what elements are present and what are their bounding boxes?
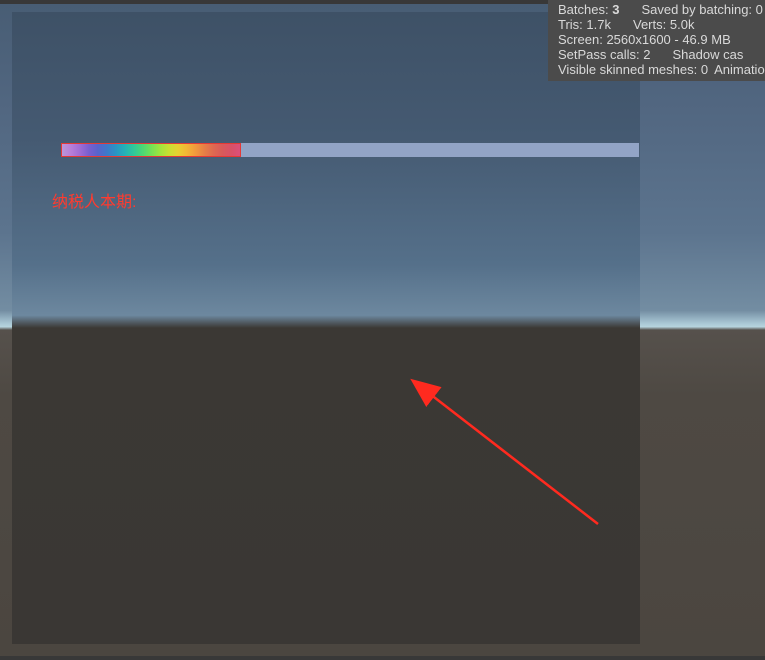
stats-saved-by-batching: Saved by batching: 0 <box>641 2 762 17</box>
slider-fill[interactable] <box>61 143 241 157</box>
game-view-panel: 纳税人本期: <box>12 12 640 644</box>
stats-screen: Screen: 2560x1600 - 46.9 MB <box>558 32 731 47</box>
stats-tris: Tris: 1.7k <box>558 17 611 32</box>
stats-verts: Verts: 5.0k <box>633 17 694 32</box>
rendering-stats-overlay: Batches: 3 Saved by batching: 0 Tris: 1.… <box>548 0 765 81</box>
taxpayer-label: 纳税人本期: <box>52 188 136 212</box>
editor-viewport: 纳税人本期: Batches: 3 Saved by batching: 0 T… <box>0 0 765 660</box>
stats-shadow: Shadow cas <box>673 47 744 62</box>
stats-setpass: SetPass calls: 2 <box>558 47 651 62</box>
stats-skinned: Visible skinned meshes: 0 <box>558 62 708 77</box>
stats-animations: Animations <box>714 62 765 77</box>
stats-batches: Batches: 3 <box>558 2 619 17</box>
